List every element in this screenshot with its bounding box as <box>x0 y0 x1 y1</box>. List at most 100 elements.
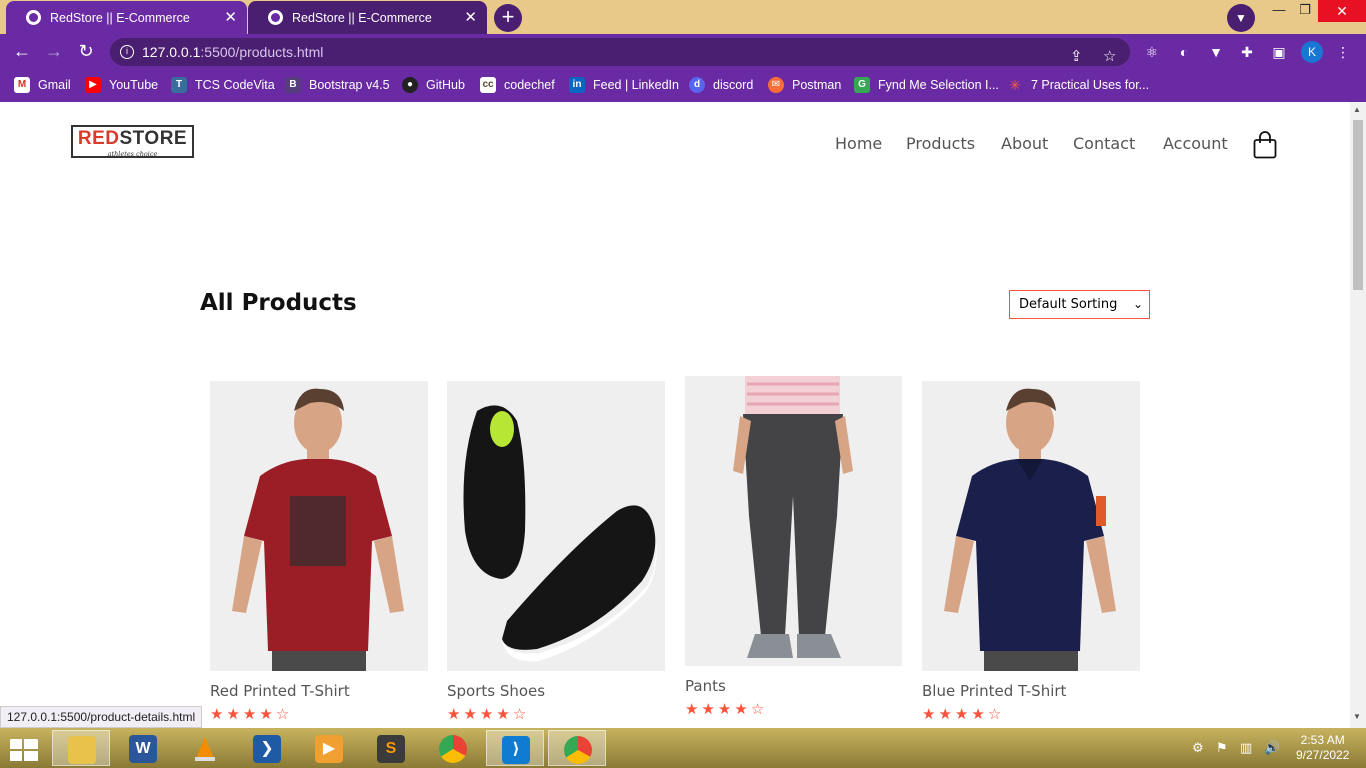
network-icon[interactable]: ▥ <box>1240 740 1252 756</box>
profile-avatar[interactable]: K <box>1301 41 1323 63</box>
star-filled-icon: ★ <box>259 706 276 723</box>
browser-tab[interactable]: RedStore || E-Commerce ✕ <box>248 1 487 34</box>
codechef-icon: cc <box>480 77 496 93</box>
network-settings-icon[interactable]: ⚙ <box>1192 740 1204 756</box>
share-icon[interactable]: ⇪ <box>1070 43 1083 71</box>
reload-button[interactable]: ↻ <box>74 41 98 62</box>
new-tab-button[interactable]: + <box>494 4 522 32</box>
bookmark-star-icon[interactable]: ☆ <box>1103 43 1116 71</box>
postman-icon: ✉ <box>768 77 784 93</box>
window-close-button[interactable]: ✕ <box>1318 0 1366 22</box>
windows-taskbar: W ❯ ▶ S ⟩ ⚙ ⚑ ▥ 🔊 2:53 AM 9/27/2022 <box>0 728 1366 768</box>
bookmark-tcs-codevita[interactable]: T TCS CodeVita <box>171 77 275 93</box>
star-empty-icon: ☆ <box>275 706 293 723</box>
product-image-blue-tshirt[interactable] <box>922 381 1140 671</box>
react-devtools-icon[interactable]: ⚛ <box>1143 43 1161 61</box>
tab-title: RedStore || E-Commerce <box>292 10 432 25</box>
bookmark-github[interactable]: ● GitHub <box>402 77 465 93</box>
bookmark-practical-uses[interactable]: ✳ 7 Practical Uses for... <box>1007 77 1149 93</box>
taskbar-word[interactable]: W <box>114 730 172 766</box>
bookmark-label: Gmail <box>38 78 71 92</box>
product-image-pants[interactable] <box>685 376 902 666</box>
action-center-flag-icon[interactable]: ⚑ <box>1216 740 1228 756</box>
site-logo[interactable]: REDSTORE athletes choice <box>71 125 194 158</box>
scroll-up-icon[interactable]: ▲ <box>1353 105 1361 114</box>
bookmark-fynd[interactable]: G Fynd Me Selection I... <box>854 77 999 93</box>
star-filled-icon: ★ <box>938 706 955 723</box>
site-info-icon[interactable]: i <box>120 45 134 59</box>
product-name[interactable]: Sports Shoes <box>447 682 545 700</box>
back-button[interactable]: ← <box>10 41 34 62</box>
sort-selected-value: Default Sorting <box>1019 297 1118 312</box>
product-name[interactable]: Blue Printed T-Shirt <box>922 682 1066 700</box>
clock-date: 9/27/2022 <box>1296 748 1350 762</box>
taskbar-chrome[interactable] <box>424 730 482 766</box>
nav-account[interactable]: Account <box>1163 134 1228 153</box>
bookmark-label: 7 Practical Uses for... <box>1031 78 1150 92</box>
nav-about[interactable]: About <box>1001 134 1048 153</box>
product-rating: ★★★★☆ <box>447 705 529 723</box>
star-empty-icon: ☆ <box>750 701 768 718</box>
bookmark-youtube[interactable]: ▶ YouTube <box>85 77 158 93</box>
bookmark-linkedin[interactable]: in Feed | LinkedIn <box>569 77 679 93</box>
bookmark-discord[interactable]: d discord <box>689 77 753 93</box>
close-icon[interactable]: ✕ <box>224 8 237 26</box>
taskbar-file-explorer[interactable] <box>52 730 110 766</box>
taskbar-vscode[interactable]: ⟩ <box>486 730 544 766</box>
bookmark-bootstrap[interactable]: B Bootstrap v4.5 <box>285 77 390 93</box>
forward-button[interactable]: → <box>42 41 66 62</box>
bookmark-codechef[interactable]: cc codechef <box>480 77 555 93</box>
restore-button[interactable]: ❐ <box>1290 0 1320 22</box>
logo-text-dark: STORE <box>119 128 188 149</box>
star-filled-icon: ★ <box>971 706 988 723</box>
bookmark-gmail[interactable]: M Gmail <box>14 77 71 93</box>
system-clock[interactable]: 2:53 AM 9/27/2022 <box>1296 733 1349 763</box>
address-bar[interactable]: i 127.0.0.1:5500/products.html ⇪ ☆ <box>110 38 1130 66</box>
product-name[interactable]: Pants <box>685 677 726 695</box>
star-empty-icon: ☆ <box>512 706 530 723</box>
product-image-red-tshirt[interactable] <box>210 381 428 671</box>
linkedin-icon: in <box>569 77 585 93</box>
sort-select[interactable]: Default Sorting ⌄ <box>1009 290 1150 319</box>
star-filled-icon: ★ <box>242 706 260 723</box>
url-path: :5500/products.html <box>200 44 324 60</box>
volume-icon[interactable]: 🔊 <box>1264 740 1280 756</box>
chevron-down-icon: ⌄ <box>1132 297 1143 311</box>
extensions-puzzle-icon[interactable]: ✚ <box>1238 43 1256 61</box>
github-icon: ● <box>402 77 418 93</box>
nav-products[interactable]: Products <box>906 134 975 153</box>
vue-devtools-icon[interactable]: ▼ <box>1207 43 1225 61</box>
vlc-icon <box>191 735 219 763</box>
nav-home[interactable]: Home <box>835 134 882 153</box>
web-page: REDSTORE athletes choice Home Products A… <box>0 102 1350 728</box>
taskbar-sublime[interactable]: S <box>362 730 420 766</box>
shopping-bag-icon[interactable] <box>1253 131 1277 159</box>
close-icon[interactable]: ✕ <box>464 8 477 26</box>
url-host: 127.0.0.1 <box>142 44 201 60</box>
clock-time: 2:53 AM <box>1300 733 1345 747</box>
logo-tagline: athletes choice <box>107 150 158 158</box>
tab-search-button[interactable]: ▼ <box>1227 4 1255 32</box>
nav-contact[interactable]: Contact <box>1073 134 1135 153</box>
star-filled-icon: ★ <box>922 706 939 723</box>
taskbar-powershell[interactable]: ❯ <box>238 730 296 766</box>
globe-icon <box>26 10 41 25</box>
menu-icon[interactable]: ⋮ <box>1334 43 1352 61</box>
extension-icon[interactable]: ◐ <box>1175 43 1193 61</box>
bookmark-postman[interactable]: ✉ Postman <box>768 77 841 93</box>
side-panel-icon[interactable]: ▣ <box>1270 43 1288 61</box>
product-image-sports-shoes[interactable] <box>447 381 665 671</box>
scroll-down-icon[interactable]: ▼ <box>1353 712 1361 721</box>
page-scrollbar[interactable]: ▲ ▼ <box>1350 102 1366 728</box>
taskbar-vlc[interactable] <box>176 730 234 766</box>
scrollbar-thumb[interactable] <box>1353 120 1363 290</box>
product-name[interactable]: Red Printed T-Shirt <box>210 682 350 700</box>
browser-tab-active[interactable]: RedStore || E-Commerce ✕ <box>6 1 247 34</box>
tab-title: RedStore || E-Commerce <box>50 10 190 25</box>
vscode-icon: ⟩ <box>502 736 530 764</box>
taskbar-media-player[interactable]: ▶ <box>300 730 358 766</box>
start-button[interactable] <box>0 730 58 766</box>
star-filled-icon: ★ <box>210 706 227 723</box>
taskbar-chrome-profile[interactable] <box>548 730 606 766</box>
bookmark-label: GitHub <box>426 78 465 92</box>
